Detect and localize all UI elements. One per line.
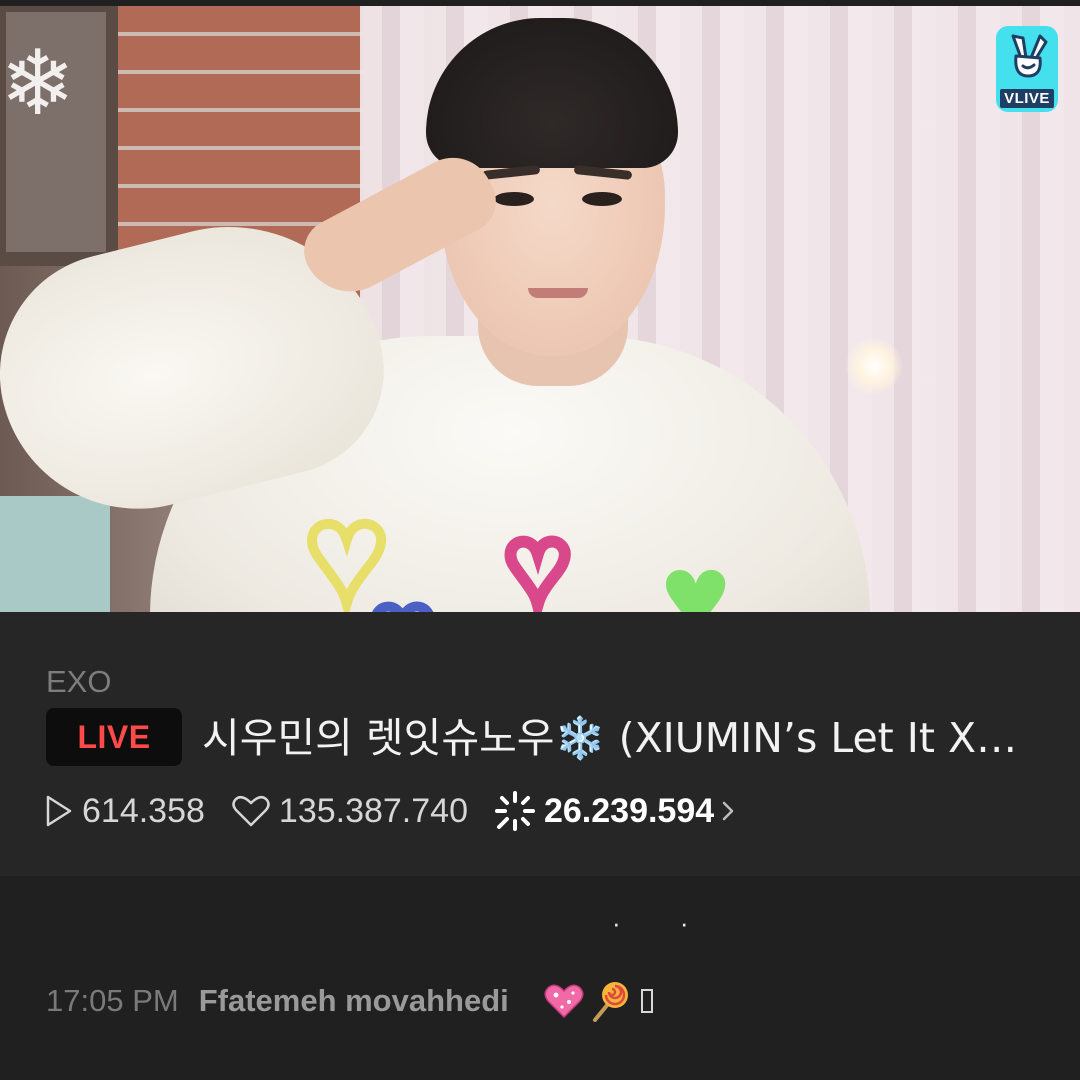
- missing-glyph-icon: [640, 989, 653, 1013]
- lollipop-icon: [591, 980, 631, 1022]
- vlive-logo-text: VLIVE: [1000, 89, 1054, 108]
- left-eye: [494, 192, 534, 206]
- streamer-hair: [426, 18, 678, 168]
- like-count-value: 135.387.740: [278, 791, 468, 830]
- right-eye: [582, 192, 622, 206]
- sweater-heart-pink: ♥: [499, 498, 576, 612]
- v-hand-icon: [1011, 34, 1048, 78]
- play-count-value: 614.358: [82, 791, 205, 830]
- video-player[interactable]: ❄ ♥ ♥ ♥ ♥ VLIVE: [0, 6, 1080, 612]
- mouth: [528, 288, 588, 298]
- video-info-panel: EXO LIVE 시우민의 렛잇슈노우❄️ (XIUMIN’s Let It X…: [0, 612, 1080, 876]
- stats-row: 614.358 135.387.740 26.239.594: [44, 788, 772, 834]
- sparkling-heart-icon: [543, 982, 585, 1020]
- streamer: ♥ ♥ ♥ ♥: [0, 6, 1080, 612]
- sparkle-icon: [494, 791, 535, 831]
- sweater-heart-blue: ♥: [365, 561, 440, 612]
- chat-area[interactable]: · · 17:05 PM Ffatemeh movahhedi: [0, 876, 1080, 1080]
- heart-outline-icon: [232, 795, 270, 827]
- typing-indicator: · ·: [612, 908, 715, 938]
- channel-name[interactable]: EXO: [46, 664, 111, 700]
- sparkle-count-value: 26.239.594: [543, 791, 715, 830]
- video-title[interactable]: 시우민의 렛잇슈노우❄️ (XIUMIN’s Let It X…: [202, 712, 1042, 764]
- live-badge-label: LIVE: [77, 718, 151, 755]
- chat-message-user[interactable]: Ffatemeh movahhedi: [199, 983, 509, 1019]
- chat-message-time: 17:05 PM: [46, 983, 179, 1018]
- chat-message: 17:05 PM Ffatemeh movahhedi: [46, 980, 653, 1022]
- play-count: 614.358: [44, 792, 205, 831]
- chat-message-body: [543, 980, 653, 1022]
- sweater-heart-green: ♥: [660, 529, 732, 612]
- sparkle-count[interactable]: 26.239.594: [494, 790, 746, 832]
- like-count: 135.387.740: [231, 792, 468, 831]
- play-icon: [46, 795, 72, 827]
- live-badge: LIVE: [46, 708, 182, 766]
- chevron-right-icon: [722, 801, 734, 821]
- vlive-logo: VLIVE: [996, 26, 1058, 112]
